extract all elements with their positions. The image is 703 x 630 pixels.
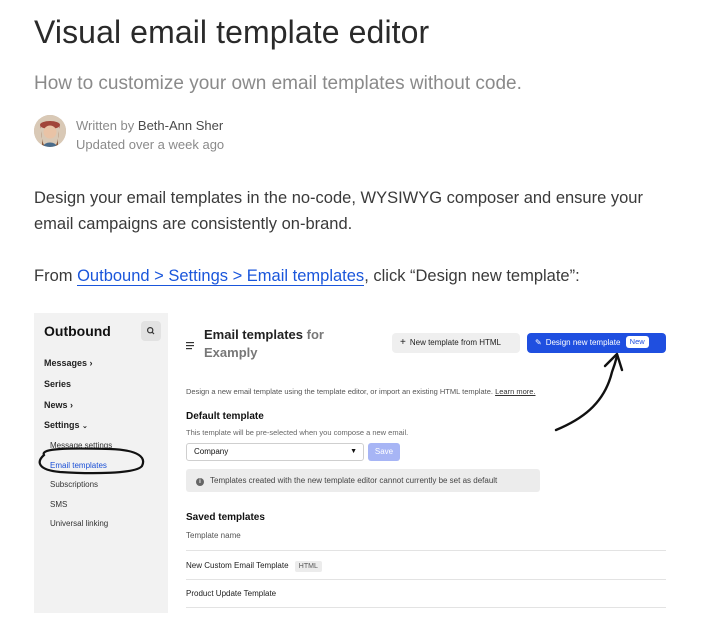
new-template-from-html-label: New template from HTML <box>409 338 501 347</box>
table-divider <box>186 550 666 551</box>
learn-more-link[interactable]: Learn more. <box>495 387 535 396</box>
page-title-text: Email templates <box>204 327 303 342</box>
default-template-heading: Default template <box>186 411 264 422</box>
sidebar-item-messages[interactable]: Messages › <box>44 358 93 368</box>
settings-path-link[interactable]: Outbound > Settings > Email templates <box>77 267 365 286</box>
design-new-template-button[interactable]: ✎ Design new template New <box>527 333 666 353</box>
intro-paragraph: Design your email templates in the no-co… <box>34 189 643 233</box>
sidebar-subitem-universal-linking[interactable]: Universal linking <box>50 519 108 528</box>
html-badge: HTML <box>294 561 322 572</box>
sidebar-subitem-message-settings[interactable]: Message settings <box>50 441 112 450</box>
workspace-name: Examply <box>204 345 258 360</box>
table-divider <box>186 607 666 608</box>
default-template-select-value: Company <box>194 447 229 456</box>
sidebar-subitem-subscriptions[interactable]: Subscriptions <box>50 480 98 489</box>
chevron-down-icon: ⌄ <box>82 423 88 430</box>
default-template-notice-text: Templates created with the new template … <box>210 476 498 485</box>
design-new-template-label: Design new template <box>545 338 621 347</box>
sidebar-item-label: News <box>44 400 68 410</box>
caret-down-icon: ▼ <box>350 448 357 455</box>
chevron-right-icon: › <box>70 400 74 410</box>
product-screenshot: Outbound Messages › Series News › Settin… <box>34 313 666 613</box>
default-template-note: This template will be pre-selected when … <box>186 428 409 437</box>
author-name: Beth-Ann Sher <box>137 118 224 133</box>
sidebar-item-settings[interactable]: Settings ⌄ <box>44 420 88 430</box>
instruction-suffix: , click “Design new template”: <box>364 267 580 285</box>
instruction-paragraph: From Outbound > Settings > Email templat… <box>34 263 580 289</box>
instruction-prefix: From <box>34 267 78 285</box>
updated-label: Updated over a week ago <box>76 137 225 152</box>
template-name: New Custom Email Template <box>186 561 289 570</box>
page-title-for: for <box>306 327 324 342</box>
author-avatar <box>34 115 66 147</box>
pen-icon: ✎ <box>535 338 542 347</box>
template-name-column-header: Template name <box>186 531 241 540</box>
chevron-right-icon: › <box>89 358 93 368</box>
table-divider <box>186 579 666 580</box>
sidebar-title: Outbound <box>44 323 111 339</box>
default-template-select[interactable]: Company ▼ <box>186 443 364 461</box>
screenshot-sidebar: Outbound Messages › Series News › Settin… <box>34 313 168 613</box>
article-subtitle: How to customize your own email template… <box>34 73 522 94</box>
save-button[interactable]: Save <box>368 443 400 461</box>
page-title: Email templates for Examply <box>204 326 324 362</box>
saved-templates-heading: Saved templates <box>186 512 265 523</box>
templates-description: Design a new email template using the te… <box>186 387 536 396</box>
search-icon <box>146 326 155 335</box>
author-line: Written by Beth-Ann Sher <box>76 118 223 133</box>
article-title: Visual email template editor <box>34 14 430 50</box>
template-name: Product Update Template <box>186 589 277 598</box>
templates-description-text: Design a new email template using the te… <box>186 387 493 396</box>
plus-icon: + <box>400 337 406 348</box>
menu-icon[interactable] <box>186 337 195 355</box>
table-row[interactable]: New Custom Email Template HTML <box>186 561 322 572</box>
sidebar-subitem-email-templates[interactable]: Email templates <box>50 461 107 470</box>
sidebar-subitem-sms[interactable]: SMS <box>50 500 67 509</box>
sidebar-item-label: Settings <box>44 420 80 430</box>
sidebar-item-news[interactable]: News › <box>44 400 73 410</box>
sidebar-item-series[interactable]: Series <box>44 379 71 389</box>
new-template-from-html-button[interactable]: + New template from HTML <box>392 333 520 353</box>
sidebar-item-label: Messages <box>44 358 88 368</box>
table-row[interactable]: Product Update Template <box>186 589 276 598</box>
written-by-label: Written by <box>76 118 135 133</box>
sidebar-search-button[interactable] <box>141 321 161 341</box>
info-icon: i <box>196 478 204 486</box>
default-template-notice: i Templates created with the new template… <box>186 469 540 492</box>
new-badge: New <box>625 336 649 348</box>
